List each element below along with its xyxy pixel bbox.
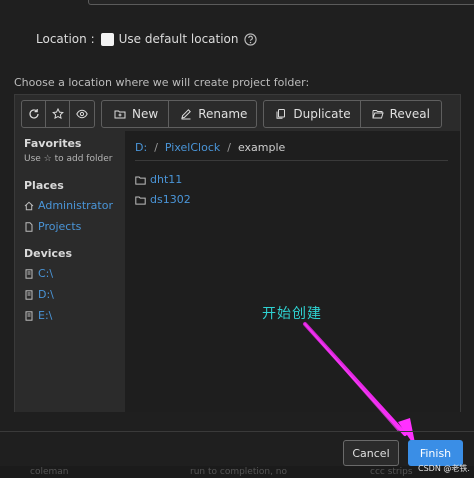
pencil-icon [180,108,192,120]
star-icon [51,108,64,120]
cancel-button[interactable]: Cancel [343,440,399,466]
new-folder-label: New [132,107,159,121]
sidebar-item-label: C:\ [38,267,54,280]
background-text-right: ccc strips [370,467,413,477]
breadcrumb-divider [135,160,448,161]
duplicate-label: Duplicate [293,107,351,121]
background-window-strip: coleman run to completion, no ccc strips [0,466,474,478]
refresh-icon [28,108,40,120]
eye-icon [76,108,88,120]
favorite-button[interactable] [46,101,70,127]
folder-name: ds1302 [150,193,191,206]
folder-icon [135,175,150,185]
reveal-label: Reveal [389,107,430,121]
open-folder-icon [372,108,384,120]
rename-button[interactable]: Rename [169,101,256,127]
drive-icon [24,310,38,321]
sidebar: Favorites Use ☆ to add folder Places Adm… [15,131,125,412]
favorites-hint: Use ☆ to add folder [24,154,113,164]
breadcrumb-separator: / [154,141,158,154]
devices-heading: Devices [24,247,73,260]
list-item-folder-ds1302[interactable]: ds1302 [135,193,191,206]
duplicate-icon [275,108,287,120]
breadcrumb-item-drive[interactable]: D: [135,141,147,154]
sidebar-item-label: Administrator [38,199,113,212]
folder-browser: New Rename Duplicate Reveal Favorites Us… [14,94,461,412]
list-item-folder-dht11[interactable]: dht11 [135,173,182,186]
sidebar-item-label: E:\ [38,309,53,322]
sidebar-item-label: Projects [38,220,82,233]
annotation-label: 开始创建 [262,306,322,322]
breadcrumb-item-pixelclock[interactable]: PixelClock [165,141,220,154]
refresh-button[interactable] [22,101,46,127]
sidebar-item-label: D:\ [38,288,54,301]
home-icon [24,201,38,211]
file-button-group: Duplicate Reveal [263,100,442,128]
use-default-location-checkbox[interactable] [100,32,114,46]
footer-divider [0,431,474,432]
reveal-button[interactable]: Reveal [361,101,441,127]
drive-icon [24,289,38,300]
new-folder-icon [114,108,126,120]
drive-icon [24,268,38,279]
show-hidden-button[interactable] [70,101,94,127]
new-project-dialog: Location : Use default location Choose a… [0,0,474,478]
sidebar-item-drive-d[interactable]: D:\ [24,288,54,301]
breadcrumb-item-current: example [237,141,286,154]
duplicate-button[interactable]: Duplicate [264,101,361,127]
folder-content: D: / PixelClock / example dht11 ds1302 [125,131,460,412]
project-name-input-edge[interactable] [88,0,474,5]
folder-name: dht11 [150,173,183,186]
rename-label: Rename [198,107,248,121]
sidebar-item-drive-e[interactable]: E:\ [24,309,52,322]
sidebar-item-administrator[interactable]: Administrator [24,199,113,212]
folder-icon [135,195,150,205]
location-row: Location : Use default location [36,30,257,48]
background-text-middle: run to completion, no [190,467,288,477]
new-folder-button[interactable]: New [102,101,170,127]
document-icon [24,221,38,232]
breadcrumb-separator: / [227,141,231,154]
background-text-left: coleman [30,467,69,477]
use-default-location-label[interactable]: Use default location [119,32,239,46]
watermark: CSDN @老铁. [418,464,470,473]
places-heading: Places [24,179,64,192]
browser-toolbar: New Rename Duplicate Reveal [21,100,448,128]
sidebar-item-projects[interactable]: Projects [24,220,81,233]
edit-button-group: New Rename [101,100,258,128]
choose-location-label: Choose a location where we will create p… [14,76,310,89]
help-icon[interactable] [243,32,257,46]
favorites-heading: Favorites [24,137,82,150]
breadcrumb: D: / PixelClock / example [135,141,285,154]
sidebar-item-drive-c[interactable]: C:\ [24,267,53,280]
location-label: Location : [36,32,95,46]
view-button-group [21,100,95,128]
